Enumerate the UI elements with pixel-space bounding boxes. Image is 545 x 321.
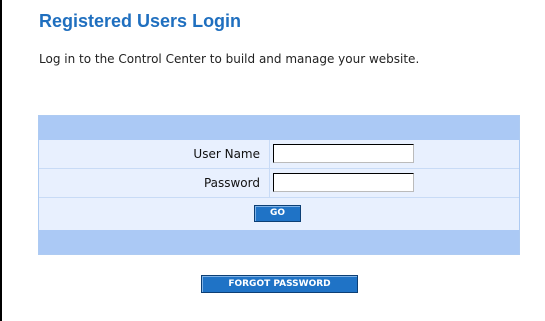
go-button[interactable]: GO <box>254 205 301 222</box>
page-title: Registered Users Login <box>39 11 242 31</box>
intro-text: Log in to the Control Center to build an… <box>39 52 420 66</box>
username-row: User Name <box>39 140 519 169</box>
username-label: User Name <box>193 147 260 161</box>
password-label: Password <box>203 176 260 190</box>
form-footer-band <box>39 230 519 254</box>
forgot-password-button[interactable]: FORGOT PASSWORD <box>201 275 358 293</box>
left-border <box>0 0 2 321</box>
cell-divider <box>269 169 270 197</box>
password-row: Password <box>39 169 519 198</box>
form-header-band <box>39 116 519 140</box>
password-input[interactable] <box>273 173 414 192</box>
login-form: User Name Password GO <box>38 115 520 255</box>
login-page: Registered Users Login Log in to the Con… <box>0 0 545 321</box>
cell-divider <box>269 140 270 168</box>
submit-row: GO <box>39 198 519 230</box>
username-input[interactable] <box>273 144 414 163</box>
